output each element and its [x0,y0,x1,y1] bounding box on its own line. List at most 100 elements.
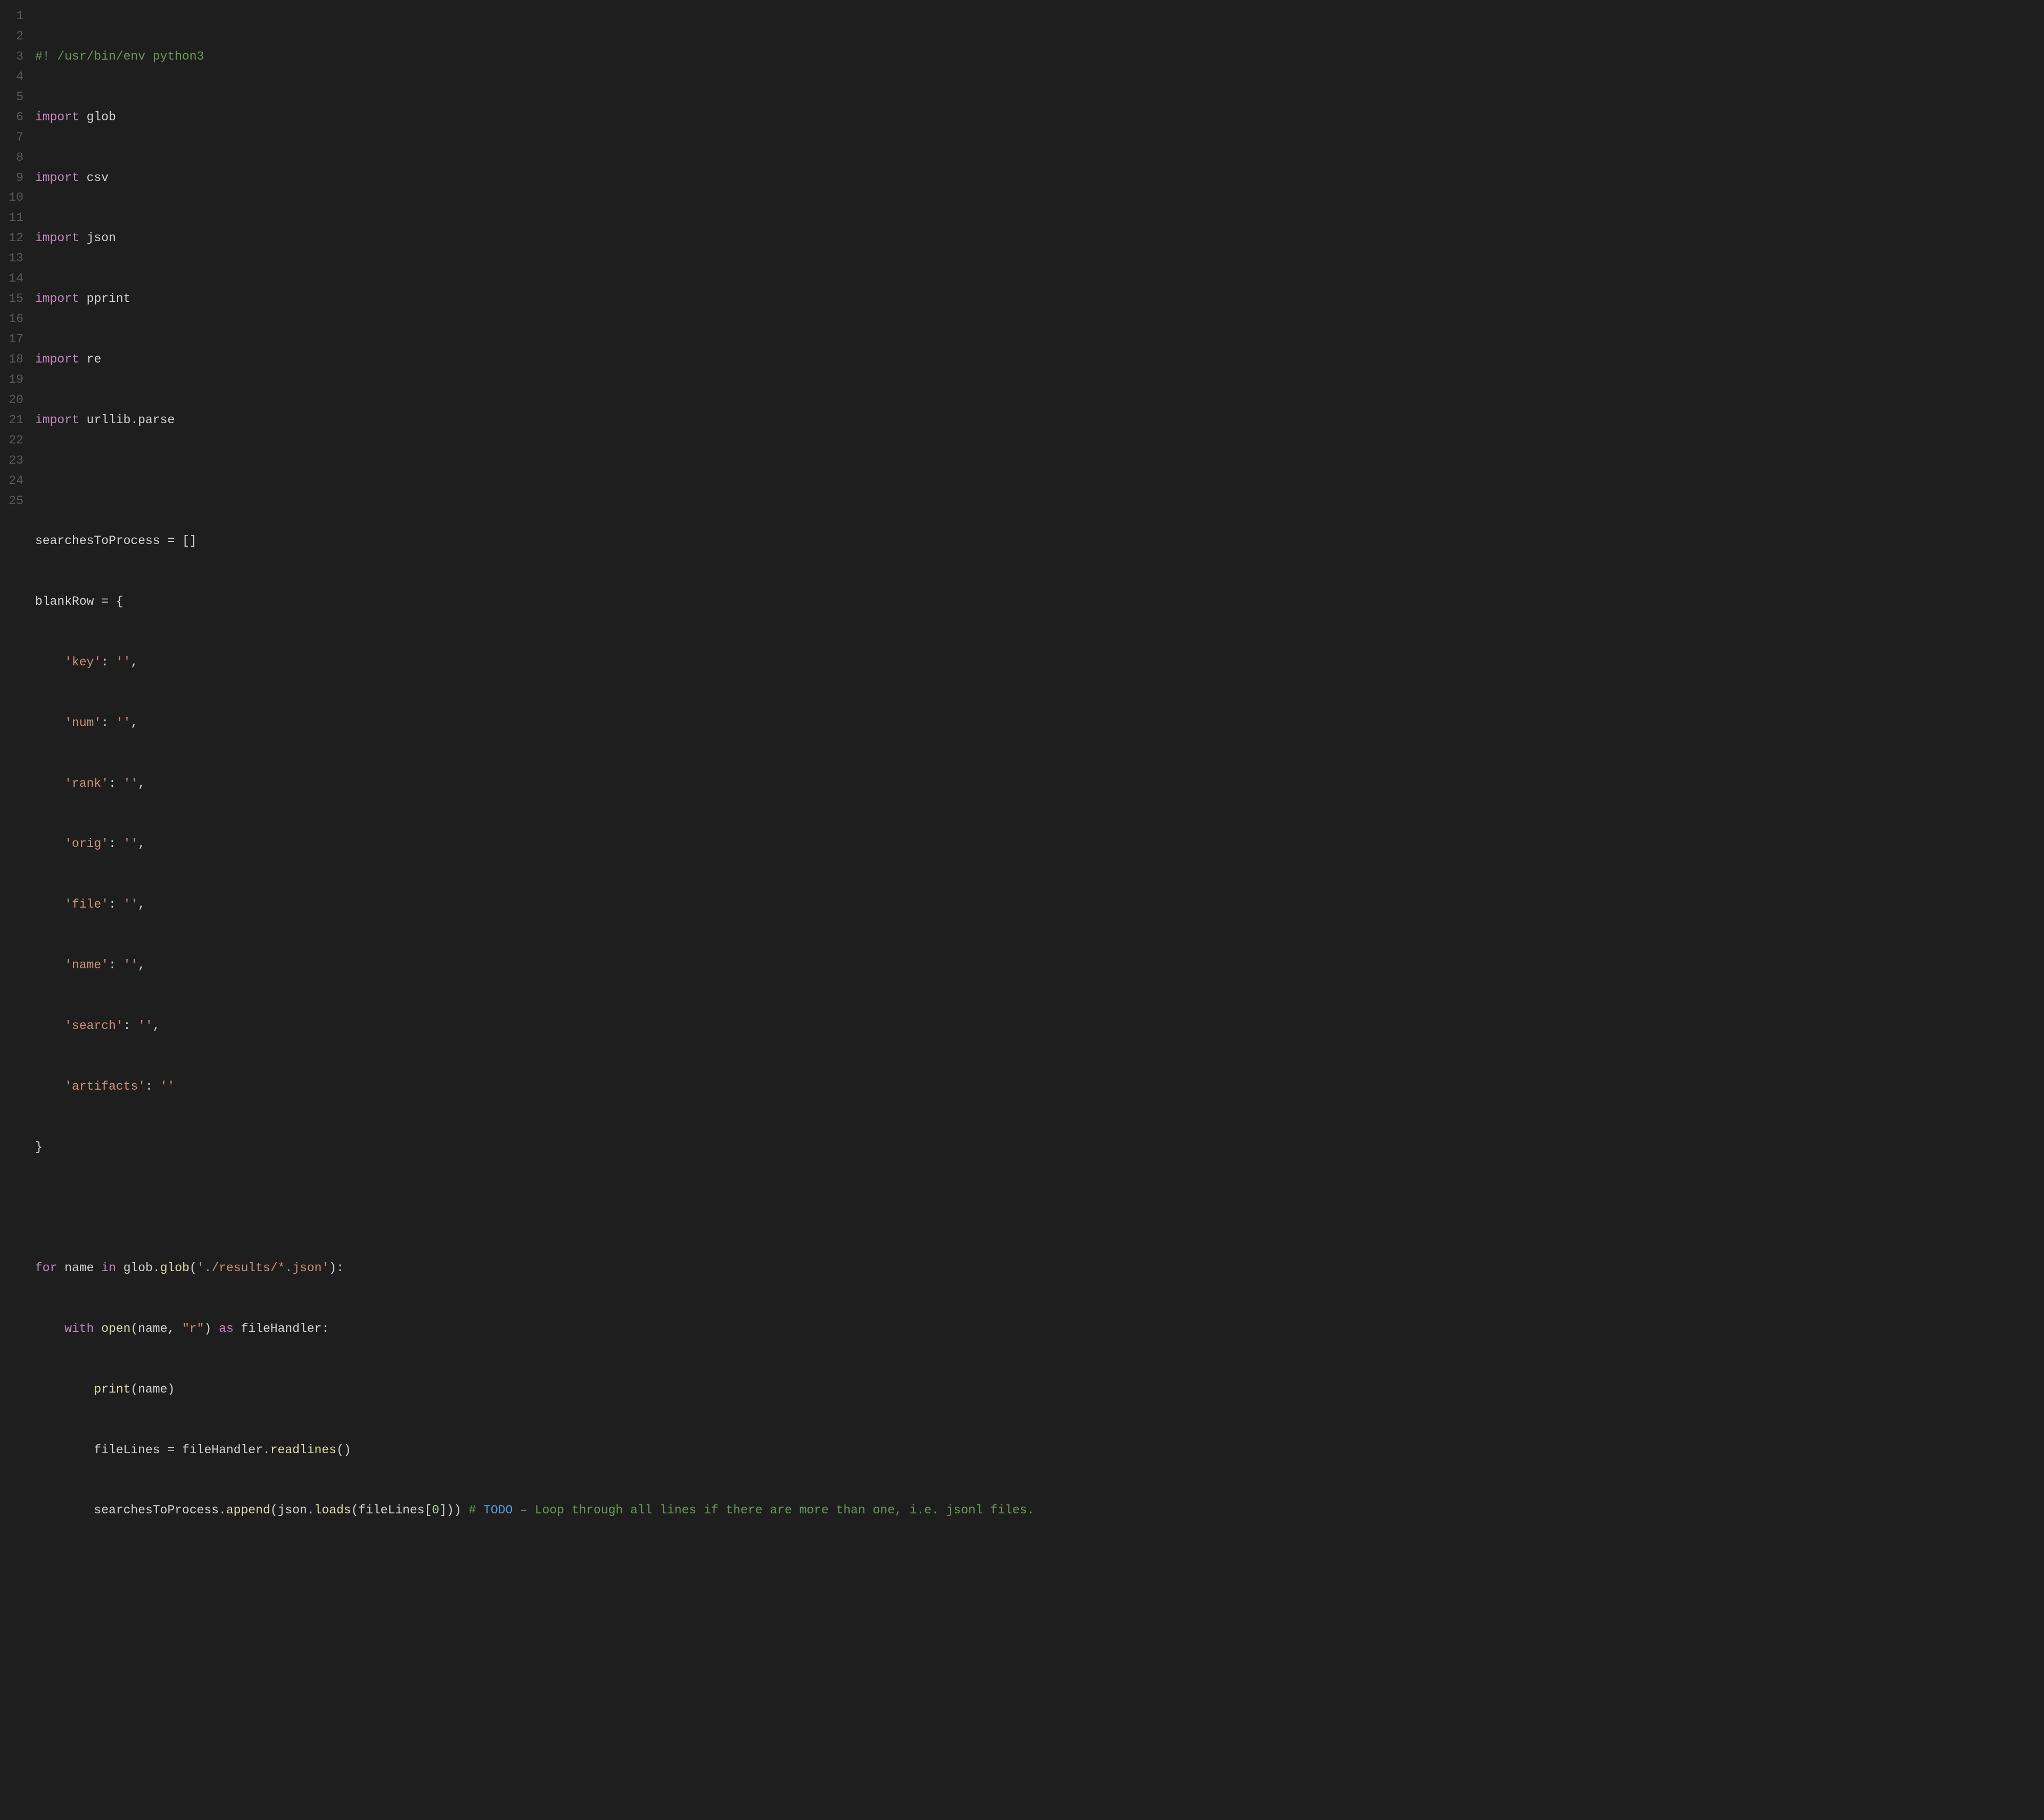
import-keyword: import [35,231,79,245]
code-line[interactable]: 'name': '', [35,956,1034,976]
import-keyword: import [35,110,79,124]
line-number: 21 [4,410,23,431]
module-ref: glob. [123,1261,160,1275]
code-line[interactable]: 'artifacts': '' [35,1077,1034,1097]
module-name: re [87,352,102,366]
dict-key: 'rank' [64,777,109,790]
line-number: 5 [4,87,23,108]
line-number: 15 [4,289,23,309]
index-target: fileLines[ [358,1503,432,1517]
dict-key: 'orig' [64,837,109,851]
function-call: loads [315,1503,351,1517]
code-line[interactable]: blankRow = { [35,592,1034,612]
module-name: json [87,231,116,245]
line-number: 2 [4,27,23,47]
code-line[interactable]: #! /usr/bin/env python3 [35,47,1034,67]
method-call: readlines [270,1443,336,1457]
todo-marker: TODO [483,1503,513,1517]
code-line[interactable]: import re [35,350,1034,370]
module-name: urllib.parse [87,413,175,427]
arg: name [138,1322,167,1336]
line-number: 12 [4,228,23,249]
line-number: 9 [4,168,23,188]
as-keyword: as [219,1322,234,1336]
arg: name [138,1382,167,1396]
code-line[interactable] [35,1198,1034,1218]
code-line[interactable]: 'search': '', [35,1016,1034,1036]
module-name: csv [87,171,109,185]
line-number: 19 [4,370,23,390]
dict-value: '' [123,958,138,972]
code-line[interactable]: searchesToProcess = [] [35,531,1034,551]
code-line[interactable]: 'rank': '', [35,774,1034,794]
line-number: 18 [4,350,23,370]
operator: = [160,534,182,548]
code-line[interactable]: 'num': '', [35,713,1034,734]
code-line[interactable]: 'orig': '', [35,834,1034,854]
import-keyword: import [35,352,79,366]
line-number: 20 [4,390,23,410]
line-number: 22 [4,431,23,451]
line-number: 7 [4,128,23,148]
line-number: 25 [4,491,23,512]
dict-value: '' [116,655,131,669]
code-line[interactable]: fileLines = fileHandler.readlines() [35,1440,1034,1461]
variable: blankRow [35,595,94,608]
code-line[interactable]: print(name) [35,1380,1034,1400]
code-line[interactable]: import pprint [35,289,1034,309]
loop-var: name [64,1261,94,1275]
dict-key: 'name' [64,958,109,972]
variable: fileHandler [241,1322,322,1336]
code-line[interactable]: 'key': '', [35,653,1034,673]
code-line[interactable] [35,471,1034,491]
line-number: 11 [4,208,23,228]
builtin-call: print [94,1382,130,1396]
dict-key: 'num' [64,716,101,730]
dict-value: '' [123,897,138,911]
function-call: glob [160,1261,189,1275]
line-number: 8 [4,148,23,168]
line-number: 6 [4,108,23,128]
code-line[interactable]: 'file': '', [35,895,1034,915]
line-number-gutter: 1 2 3 4 5 6 7 8 9 10 11 12 13 14 15 16 1… [4,6,35,1561]
object-ref: fileHandler. [182,1443,270,1457]
line-number: 17 [4,330,23,350]
code-line[interactable]: for name in glob.glob('./results/*.json'… [35,1258,1034,1279]
line-number: 16 [4,309,23,330]
brace-open: = { [94,595,123,608]
method-call: append [226,1503,270,1517]
line-number: 3 [4,47,23,67]
number-literal: 0 [432,1503,439,1517]
line-number: 13 [4,249,23,269]
shebang: #! /usr/bin/env python3 [35,50,204,63]
in-keyword: in [101,1261,116,1275]
dict-value: '' [116,716,131,730]
dict-key: 'key' [64,655,101,669]
code-line[interactable]: import json [35,228,1034,249]
dict-value: '' [138,1019,153,1033]
code-line[interactable]: } [35,1138,1034,1158]
module-ref: json. [278,1503,315,1517]
code-editor[interactable]: 1 2 3 4 5 6 7 8 9 10 11 12 13 14 15 16 1… [4,6,2040,1561]
builtin-call: open [101,1322,130,1336]
line-number: 10 [4,188,23,208]
line-number: 24 [4,471,23,491]
object-ref: searchesToProcess. [94,1503,226,1517]
for-keyword: for [35,1261,57,1275]
dict-value: '' [123,837,138,851]
module-name: glob [87,110,116,124]
comment: # TODO – Loop through all lines if there… [468,1503,1034,1517]
code-line[interactable]: with open(name, "r") as fileHandler: [35,1319,1034,1339]
code-content[interactable]: #! /usr/bin/env python3 import glob impo… [35,6,1034,1561]
dict-key: 'search' [64,1019,123,1033]
string-literal: './results/*.json' [197,1261,329,1275]
variable: searchesToProcess [35,534,160,548]
import-keyword: import [35,413,79,427]
comment-text: Loop through all lines if there are more… [535,1503,1035,1517]
code-line[interactable]: import csv [35,168,1034,188]
code-line[interactable]: import glob [35,108,1034,128]
code-line[interactable]: searchesToProcess.append(json.loads(file… [35,1501,1034,1521]
code-line[interactable]: import urllib.parse [35,410,1034,431]
import-keyword: import [35,292,79,306]
variable: fileLines [94,1443,160,1457]
